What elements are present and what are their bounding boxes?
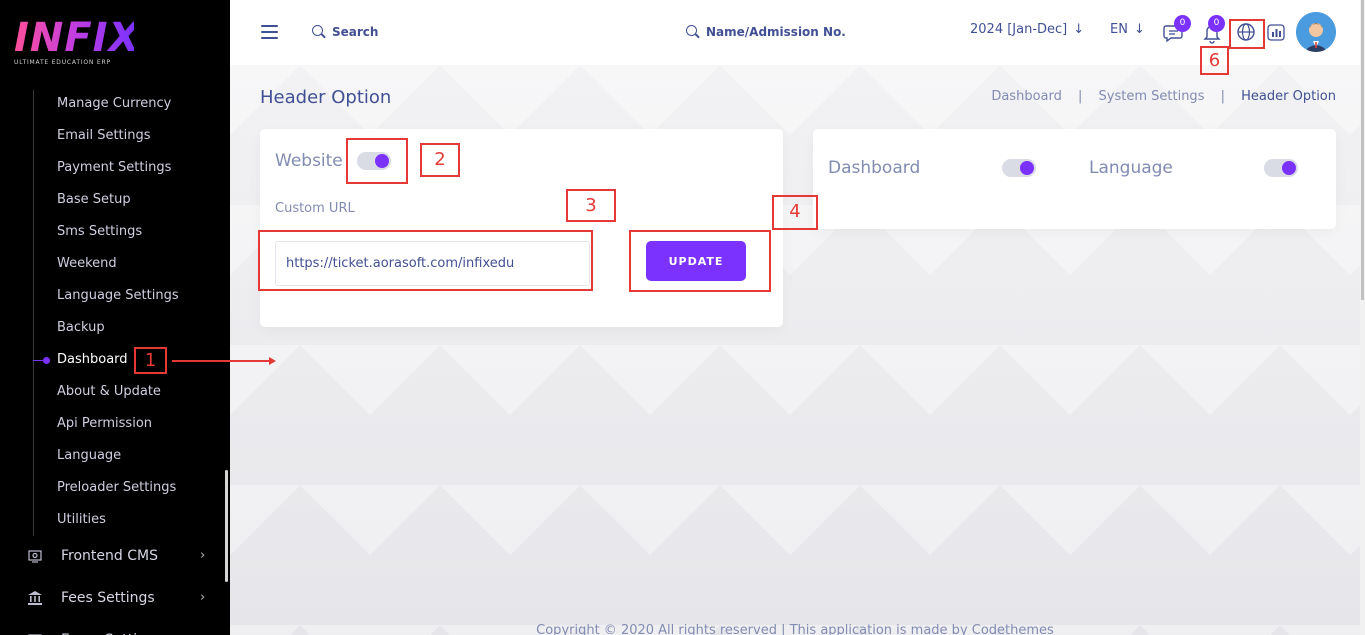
sidebar-item-label: About & Update	[57, 384, 161, 399]
breadcrumb-system-settings-link[interactable]: System Settings	[1099, 89, 1205, 104]
sidebar-group-label: Fees Settings	[61, 590, 155, 606]
sidebar-item-about-update[interactable]: About & Update	[0, 376, 230, 408]
toggle-knob	[1020, 161, 1034, 175]
sidebar-item-base-setup[interactable]: Base Setup	[0, 184, 230, 216]
language-select[interactable]: EN ↓	[1110, 22, 1145, 37]
globe-icon	[1237, 23, 1255, 41]
system-settings-submenu: Manage Currency Email Settings Payment S…	[0, 88, 230, 536]
active-indicator-dot	[43, 357, 50, 364]
main-content: Header Option Dashboard | System Setting…	[230, 65, 1360, 635]
search-icon	[686, 25, 700, 39]
sidebar-item-label: Weekend	[57, 256, 117, 271]
cms-icon	[26, 548, 44, 564]
sidebar-item-label: Payment Settings	[57, 160, 172, 175]
top-header: Search Name/Admission No. 2024 [Jan-Dec]…	[230, 0, 1360, 65]
sidebar-item-label: Preloader Settings	[57, 480, 177, 495]
dashboard-toggle-label: Dashboard	[828, 158, 921, 178]
sidebar-item-label: Utilities	[57, 512, 106, 527]
website-globe-button[interactable]	[1234, 20, 1258, 44]
sidebar-item-preloader-settings[interactable]: Preloader Settings	[0, 472, 230, 504]
sidebar-scrollbar[interactable]	[225, 470, 228, 582]
toggle-knob	[375, 154, 389, 168]
sidebar-item-label: Api Permission	[57, 416, 153, 431]
search-icon	[312, 25, 326, 39]
dashboard-toggle[interactable]	[1002, 159, 1036, 177]
sidebar-item-label: Dashboard	[57, 352, 128, 367]
sidebar-item-payment-settings[interactable]: Payment Settings	[0, 152, 230, 184]
sidebar-item-label: Language	[57, 448, 122, 463]
sidebar-item-utilities[interactable]: Utilities	[0, 504, 230, 536]
website-toggle[interactable]	[357, 152, 391, 170]
header-options-card: Dashboard Language	[813, 129, 1336, 229]
app-logo[interactable]: INFIX ULTIMATE EDUCATION ERP	[14, 15, 141, 68]
annotation-number-4: 4	[772, 195, 818, 230]
sidebar-group-exam-settings[interactable]: Exam Settings	[0, 620, 230, 635]
sidebar-group-label: Exam Settings	[61, 620, 162, 635]
avatar[interactable]	[1296, 12, 1336, 52]
sidebar-item-email-settings[interactable]: Email Settings	[0, 120, 230, 152]
annotation-number-3: 3	[566, 189, 616, 222]
active-indicator-line	[33, 360, 43, 361]
academic-year-select[interactable]: 2024 [Jan-Dec] ↓	[970, 22, 1084, 37]
sidebar-item-label: Sms Settings	[57, 224, 143, 239]
bank-icon	[26, 590, 44, 606]
breadcrumb: Dashboard | System Settings | Header Opt…	[991, 89, 1336, 104]
student-search[interactable]: Name/Admission No.	[686, 22, 846, 42]
sidebar-item-label: Language Settings	[57, 288, 179, 303]
sidebar-item-weekend[interactable]: Weekend	[0, 248, 230, 280]
menu-toggle-icon[interactable]	[261, 25, 278, 39]
annotation-number-2: 2	[420, 143, 460, 177]
website-toggle-label: Website	[275, 151, 343, 171]
sidebar-item-backup[interactable]: Backup	[0, 312, 230, 344]
sidebar-item-language-settings[interactable]: Language Settings	[0, 280, 230, 312]
breadcrumb-dashboard-link[interactable]: Dashboard	[991, 89, 1062, 104]
page-title: Header Option	[260, 87, 392, 108]
breadcrumb-separator: |	[1220, 89, 1225, 104]
language-toggle[interactable]	[1264, 159, 1298, 177]
sidebar-item-label: Base Setup	[57, 192, 131, 207]
breadcrumb-separator: |	[1078, 89, 1083, 104]
footer-copyright: Copyright © 2020 All rights reserved | T…	[536, 623, 1054, 635]
sidebar-group-fees-settings[interactable]: Fees Settings ›	[0, 578, 230, 618]
page-scrollbar-thumb[interactable]	[1361, 0, 1364, 300]
website-settings-card: Website Custom URL UPDATE	[260, 129, 783, 327]
chevron-right-icon: ›	[200, 590, 206, 605]
messages-button[interactable]: 0	[1162, 15, 1191, 44]
sidebar-item-sms-settings[interactable]: Sms Settings	[0, 216, 230, 248]
dashboard-stats-button[interactable]	[1264, 20, 1288, 44]
notifications-button[interactable]: 0	[1200, 15, 1225, 44]
annotation-arrow	[172, 357, 276, 365]
user-avatar-icon	[1296, 12, 1336, 52]
arrow-down-icon: ↓	[1133, 22, 1145, 37]
student-search-label: Name/Admission No.	[706, 25, 846, 39]
annotation-number-6: 6	[1200, 46, 1229, 75]
sidebar-item-label: Manage Currency	[57, 96, 172, 111]
sidebar-item-language[interactable]: Language	[0, 440, 230, 472]
notifications-count-badge: 0	[1208, 15, 1225, 32]
logo-text: INFIX	[14, 15, 141, 61]
chevron-right-icon: ›	[200, 548, 206, 563]
sidebar-item-label: Backup	[57, 320, 105, 335]
custom-url-label: Custom URL	[275, 201, 355, 216]
breadcrumb-current: Header Option	[1241, 89, 1336, 104]
update-button[interactable]: UPDATE	[646, 241, 746, 281]
sidebar-group-frontend-cms[interactable]: Frontend CMS ›	[0, 536, 230, 576]
annotation-number-1: 1	[134, 347, 167, 374]
toggle-knob	[1282, 161, 1296, 175]
sidebar: INFIX ULTIMATE EDUCATION ERP Manage Curr…	[0, 0, 230, 635]
academic-year-value: 2024 [Jan-Dec]	[970, 22, 1068, 37]
search-label: Search	[332, 25, 379, 39]
sidebar-item-label: Email Settings	[57, 128, 151, 143]
chart-bars-icon	[1267, 24, 1285, 41]
language-toggle-label: Language	[1089, 158, 1173, 178]
language-value: EN	[1110, 22, 1128, 37]
sidebar-item-api-permission[interactable]: Api Permission	[0, 408, 230, 440]
custom-url-input[interactable]	[275, 241, 590, 286]
arrow-down-icon: ↓	[1073, 22, 1085, 37]
sidebar-item-manage-currency[interactable]: Manage Currency	[0, 88, 230, 120]
messages-count-badge: 0	[1174, 15, 1191, 32]
menu-search[interactable]: Search	[312, 22, 378, 42]
sidebar-group-label: Frontend CMS	[61, 548, 158, 564]
